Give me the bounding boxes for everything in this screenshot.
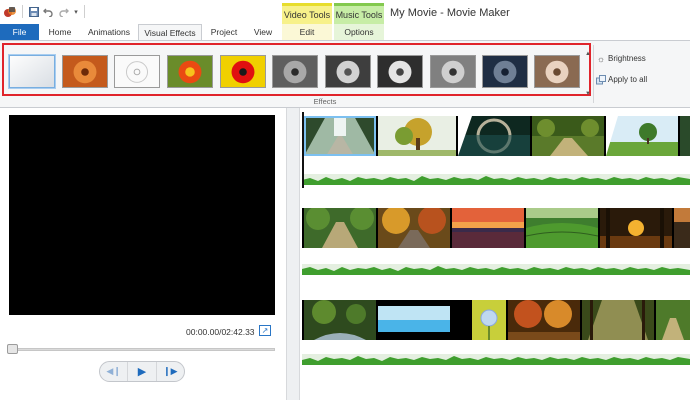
effect-no-effect[interactable] — [9, 55, 55, 88]
video-preview[interactable] — [9, 115, 275, 315]
save-icon[interactable] — [28, 5, 40, 19]
clip-bubble-flower[interactable] — [472, 300, 506, 340]
clip-sunset-lake[interactable] — [452, 208, 524, 248]
gallery-scroll[interactable]: ▲ ▼ — [584, 51, 592, 97]
storyboard-row-3 — [302, 300, 690, 340]
audio-waveform-row-3[interactable] — [302, 354, 690, 365]
clip-park-path[interactable] — [532, 116, 604, 156]
effects-gallery: ▲ ▼ — [2, 43, 592, 97]
quick-access-separator — [22, 5, 23, 18]
effect-sepia[interactable] — [62, 55, 108, 88]
effects-group-label: Effects — [313, 97, 337, 106]
apply-to-all-label: Apply to all — [608, 75, 648, 84]
chevron-up-icon[interactable]: ▲ — [585, 51, 591, 57]
clip-autumn-trees[interactable] — [508, 300, 580, 340]
tab-file[interactable]: File — [0, 24, 39, 40]
clip-forest-road[interactable] — [304, 208, 376, 248]
ribbon-separator — [593, 45, 594, 103]
clip-pine-forest[interactable] — [680, 116, 690, 156]
effect-black-and-white-red[interactable] — [377, 55, 423, 88]
playback-controls: ◀❙ ▶ ❙▶ — [99, 361, 185, 382]
apply-to-all-button[interactable]: Apply to all — [596, 73, 647, 86]
storyboard — [300, 108, 690, 400]
seek-bar[interactable] — [9, 348, 275, 351]
tab-edit[interactable]: Edit — [282, 24, 332, 40]
clip-tea-hills[interactable] — [526, 208, 598, 248]
time-display: 00:00.00/02:42.33 — [186, 327, 255, 337]
undo-icon[interactable] — [42, 5, 54, 19]
clip-forest-path-2[interactable] — [656, 300, 690, 340]
fullscreen-icon[interactable]: ↗ — [259, 325, 271, 336]
tab-visual-effects[interactable]: Visual Effects — [138, 24, 202, 40]
clip-autumn-road[interactable] — [378, 208, 450, 248]
effect-black-and-white-yellow[interactable] — [430, 55, 476, 88]
tab-home[interactable]: Home — [40, 24, 80, 40]
tab-animations[interactable]: Animations — [82, 24, 136, 40]
clip-blue-flowers[interactable] — [378, 300, 450, 340]
seek-thumb[interactable] — [7, 344, 18, 354]
ribbon-panel: ▲ ▼ ☼ Brightness Apply to all Effects — [0, 40, 690, 108]
playhead[interactable] — [302, 112, 304, 188]
clip-forest-light[interactable] — [582, 300, 654, 340]
effect-black-and-white[interactable] — [272, 55, 318, 88]
redo-icon[interactable] — [57, 5, 69, 19]
tab-options[interactable]: Options — [334, 24, 384, 40]
quick-access-separator — [84, 5, 85, 18]
brightness-label: Brightness — [608, 54, 646, 63]
clip-bridge-reflection[interactable] — [458, 116, 530, 156]
ribbon-tabs: File Home Animations Visual Effects Proj… — [0, 24, 690, 40]
window-title: My Movie - Movie Maker — [390, 7, 510, 19]
storyboard-row-1 — [302, 116, 690, 156]
effect-cinematic[interactable] — [482, 55, 528, 88]
movie-maker-logo-icon[interactable] — [3, 5, 17, 19]
effect-posterize[interactable] — [220, 55, 266, 88]
effect-edge-detection[interactable] — [114, 55, 160, 88]
effect-threshold[interactable] — [534, 55, 580, 88]
tab-view[interactable]: View — [246, 24, 280, 40]
previous-frame-button[interactable]: ◀❙ — [100, 362, 127, 381]
tab-project[interactable]: Project — [204, 24, 244, 40]
clip-autumn-tree[interactable] — [378, 116, 456, 156]
clip-sunset-forest[interactable] — [600, 208, 672, 248]
storyboard-row-2 — [302, 208, 690, 248]
preview-pane: 00:00.00/02:42.33 ↗ ◀❙ ▶ ❙▶ — [0, 108, 286, 400]
clip-forest-stream[interactable] — [304, 300, 376, 340]
next-frame-button[interactable]: ❙▶ — [157, 362, 184, 381]
effect-warm[interactable] — [167, 55, 213, 88]
music-tools-header: Music Tools — [334, 3, 384, 24]
clip-tree-field[interactable] — [606, 116, 678, 156]
clip-sunset-road[interactable] — [674, 208, 690, 248]
pane-splitter[interactable] — [286, 108, 300, 400]
clip-forest-path[interactable] — [304, 116, 376, 156]
title-bar: ▾ Video Tools Music Tools My Movie - Mov… — [0, 0, 690, 24]
chevron-down-icon[interactable]: ▼ — [585, 91, 591, 97]
sun-icon: ☼ — [596, 53, 606, 64]
audio-waveform-row-1[interactable] — [302, 174, 690, 185]
brightness-button[interactable]: ☼ Brightness — [596, 52, 646, 65]
effect-black-and-white-orange[interactable] — [325, 55, 371, 88]
play-button[interactable]: ▶ — [127, 362, 157, 381]
apply-all-icon — [596, 74, 606, 85]
audio-waveform-row-2[interactable] — [302, 264, 690, 275]
video-tools-header: Video Tools — [282, 3, 332, 24]
customize-toolbar-icon[interactable]: ▾ — [72, 5, 80, 19]
